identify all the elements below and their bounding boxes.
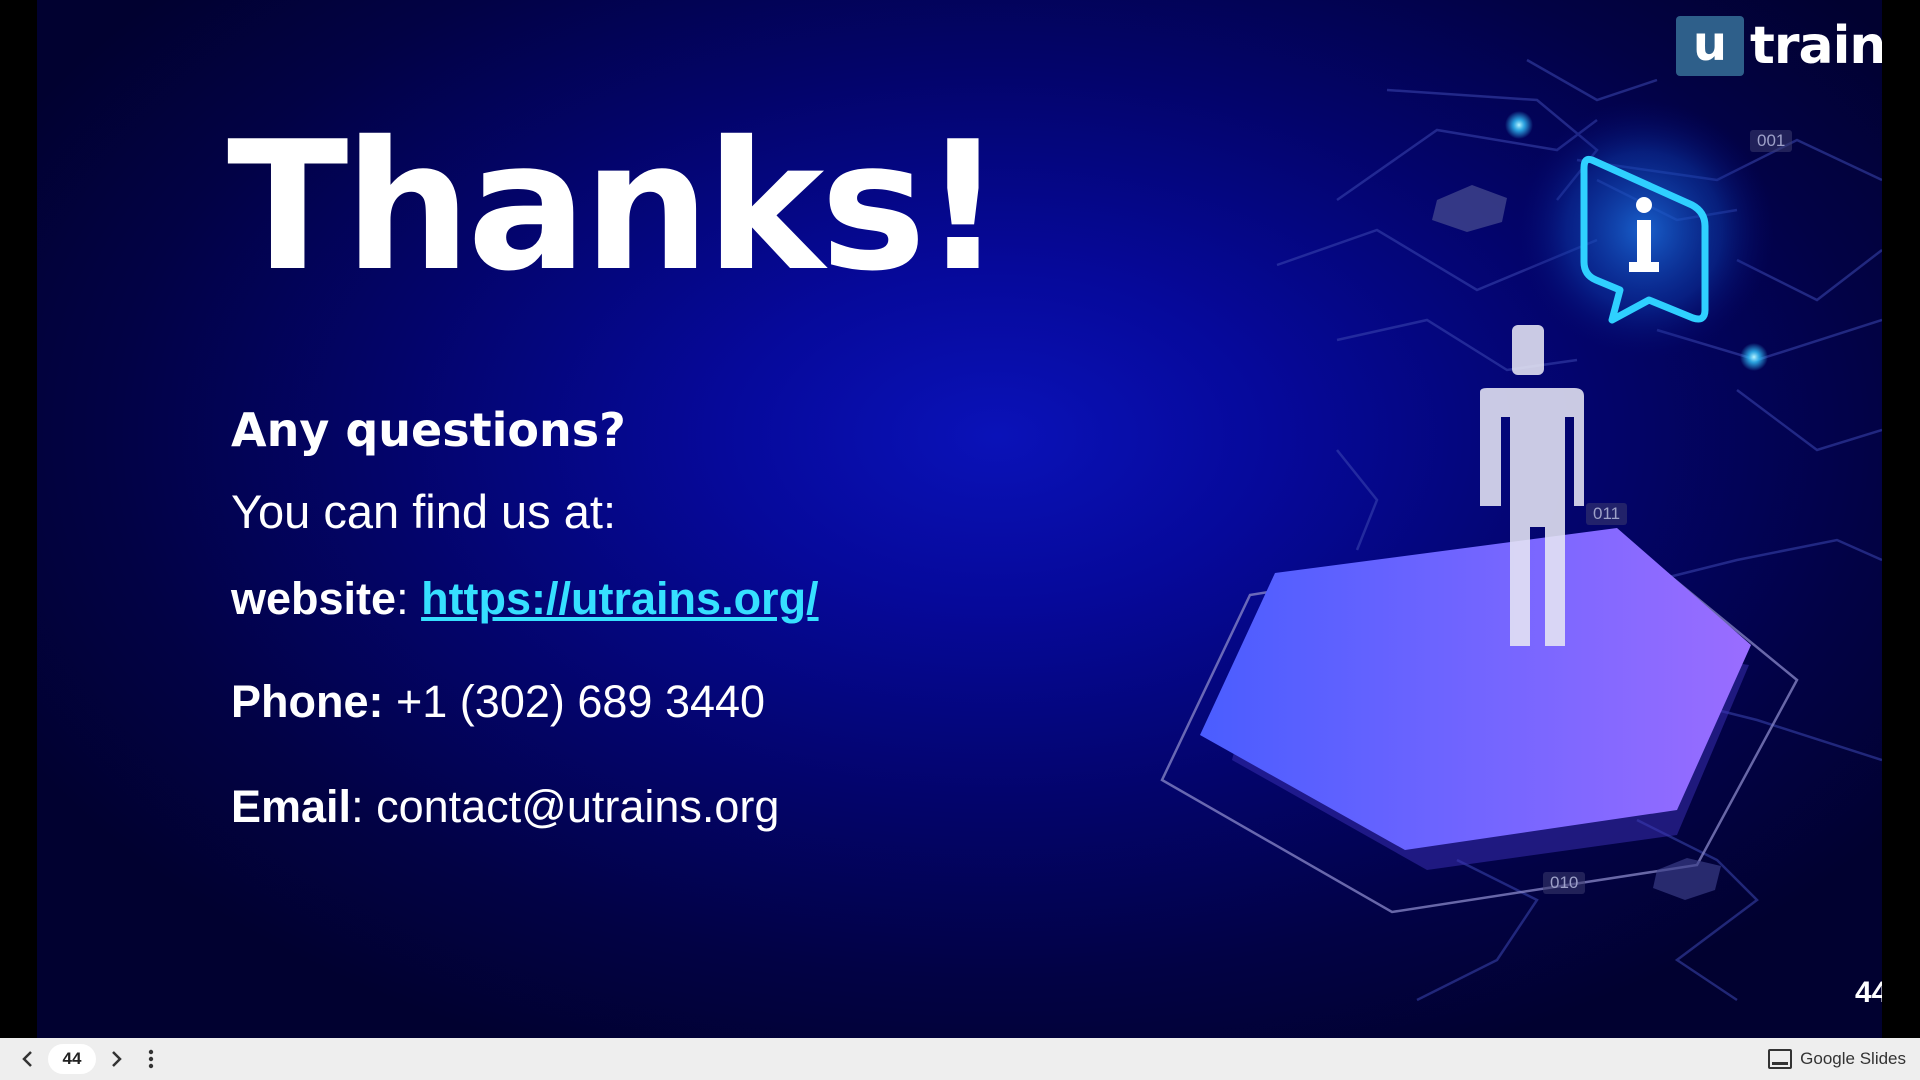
email-line: Email: contact@utrains.org	[231, 781, 779, 833]
slides-viewer: 001 011 010 u train Thanks! Any question…	[0, 0, 1920, 1080]
previous-slide-button[interactable]	[8, 1039, 48, 1079]
website-link[interactable]: https://utrains.org/	[421, 573, 819, 624]
slide-number-input[interactable]: 44	[48, 1044, 96, 1074]
website-line: website: https://utrains.org/	[231, 573, 819, 625]
chevron-right-icon	[112, 1051, 122, 1067]
email-label: Email	[231, 781, 352, 832]
website-label: website	[231, 573, 397, 624]
binary-tag: 010	[1543, 872, 1586, 894]
phone-label: Phone:	[231, 676, 384, 727]
slide: 001 011 010 u train Thanks! Any question…	[37, 0, 1882, 1038]
logo-mark: u	[1676, 16, 1744, 76]
more-options-button[interactable]	[136, 1039, 166, 1079]
logo-text: train	[1750, 16, 1882, 76]
email-value: : contact@utrains.org	[351, 781, 780, 832]
slide-title: Thanks!	[227, 103, 1003, 310]
hexagon-platform	[1200, 528, 1751, 850]
google-slides-link[interactable]: Google Slides	[1768, 1038, 1906, 1080]
chevron-left-icon	[22, 1051, 32, 1067]
phone-line: Phone: +1 (302) 689 3440	[231, 676, 765, 728]
website-separator: :	[396, 573, 422, 624]
binary-tag: 001	[1750, 130, 1793, 152]
utrain-logo: u train	[1676, 16, 1882, 76]
slides-icon	[1768, 1049, 1793, 1069]
viewer-toolbar: 44 Google Slides	[0, 1038, 1920, 1080]
questions-heading: Any questions?	[231, 403, 626, 457]
more-vertical-icon	[148, 1049, 154, 1069]
binary-tag: 011	[1586, 503, 1628, 525]
phone-value: +1 (302) 689 3440	[383, 676, 766, 727]
next-slide-button[interactable]	[96, 1039, 136, 1079]
find-us-text: You can find us at:	[231, 485, 616, 538]
google-slides-label: Google Slides	[1800, 1049, 1906, 1068]
slide-page-number: 44	[1855, 976, 1882, 1009]
